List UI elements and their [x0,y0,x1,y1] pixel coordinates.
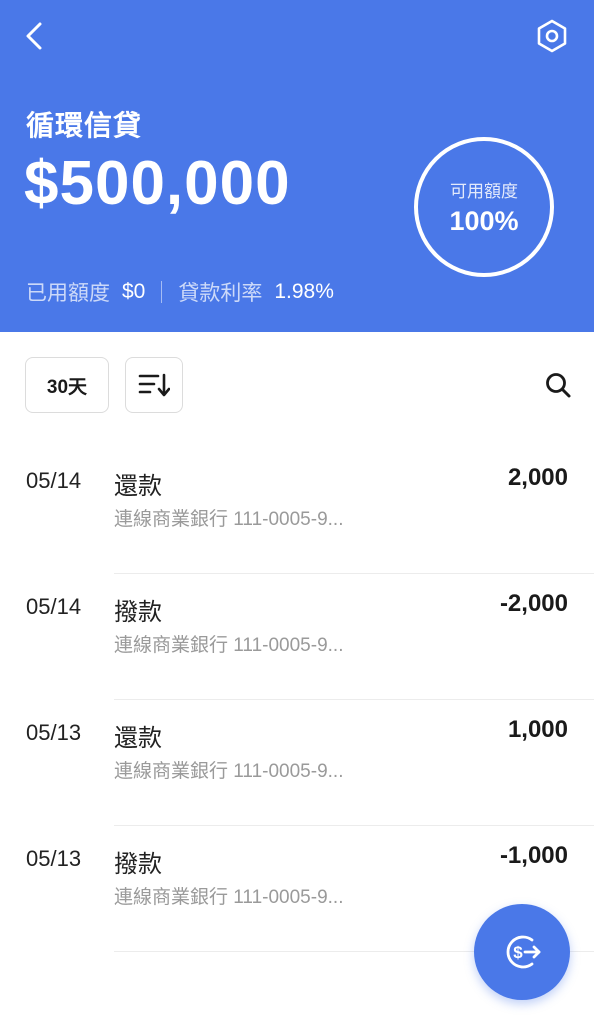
available-credit-ring: 可用額度 100% [414,137,554,277]
transaction-row[interactable]: 05/13 還款 連線商業銀行 111-0005-9... 1,000 [0,700,594,826]
back-button[interactable] [14,16,54,56]
used-credit-value: $0 [122,280,146,303]
stats-divider [161,281,163,303]
transaction-date: 05/14 [26,468,82,493]
page-title: 循環信貸 [26,110,143,141]
transaction-type: 還款 [114,473,162,500]
search-icon [546,373,571,398]
transaction-date: 05/13 [26,720,82,745]
transaction-type: 撥款 [114,599,162,626]
transaction-type: 撥款 [114,851,162,878]
credit-summary-header: 循環信貸 $500,000 可用額度 100% 已用額度 $0 貸款利率 1.9… [0,0,594,332]
transaction-date: 05/13 [26,846,82,871]
hexagon-settings-icon [537,19,567,53]
used-credit-label: 已用額度 [26,282,110,305]
credit-limit-amount: $500,000 [24,149,291,218]
transaction-type: 還款 [114,725,162,752]
transaction-description: 連線商業銀行 111-0005-9... [114,509,344,530]
interest-rate-label: 貸款利率 [178,282,263,305]
transaction-description: 連線商業銀行 111-0005-9... [114,887,344,908]
dollar-transfer-icon: $ [506,935,541,969]
available-credit-label: 可用額度 [450,182,518,201]
available-credit-value: 100% [449,206,519,236]
search-button[interactable] [538,365,578,405]
transaction-description: 連線商業銀行 111-0005-9... [114,635,344,656]
sort-descending-icon [138,373,170,397]
transaction-date: 05/14 [26,594,82,619]
sort-button[interactable] [125,357,183,413]
chevron-left-icon [26,22,42,50]
svg-text:$: $ [513,943,523,962]
interest-rate-value: 1.98% [274,280,334,303]
transaction-description: 連線商業銀行 111-0005-9... [114,761,344,782]
transfer-fab-button[interactable]: $ [474,904,570,1000]
transaction-row[interactable]: 05/14 撥款 連線商業銀行 111-0005-9... -2,000 [0,574,594,700]
transaction-amount: -1,000 [499,842,568,869]
transaction-amount: 2,000 [507,464,568,491]
settings-button[interactable] [528,12,576,60]
transaction-amount: -2,000 [499,590,568,617]
transaction-amount: 1,000 [507,716,568,743]
transaction-row[interactable]: 05/14 還款 連線商業銀行 111-0005-9... 2,000 [0,448,594,574]
credit-stats: 已用額度 $0 貸款利率 1.98% [26,277,334,307]
date-range-filter-button[interactable]: 30天 [25,357,109,413]
